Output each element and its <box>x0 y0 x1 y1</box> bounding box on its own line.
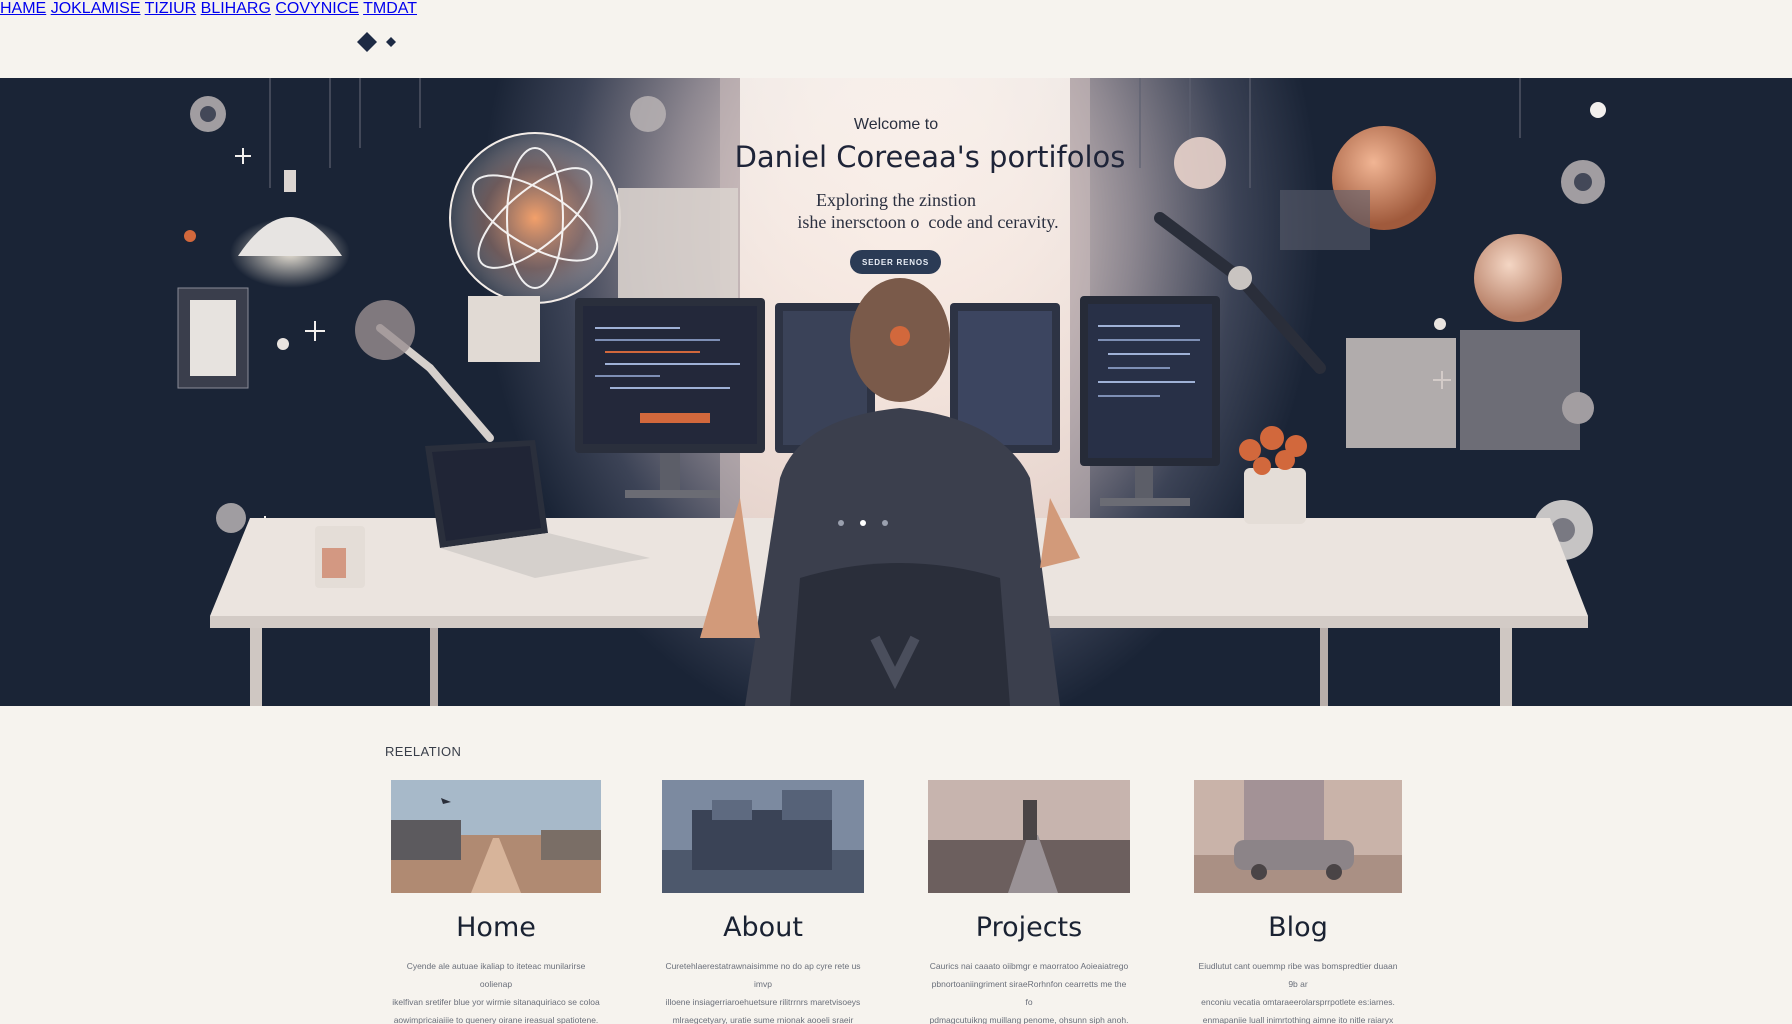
card-projects-text-line3: pdmagcutuikng muillang penome, ohsunn si… <box>929 1015 1129 1024</box>
nav-link-hame[interactable]: HAME <box>0 0 46 17</box>
card-about-title: About <box>723 912 803 943</box>
hero-subtitle-line1: Exploring the zinstion <box>816 190 976 210</box>
hero-subtitle-line2: ishe inersctoon o code and ceravity. <box>797 212 1059 232</box>
top-navigation-bar: HAME JOKLAMISE TIZIUR BLIHARG COVYNICE T… <box>0 0 1792 78</box>
carousel-dot-2-active[interactable] <box>860 520 866 526</box>
section-label: REELATION <box>385 744 462 759</box>
card-about-text: Curetehlaerestatrawnaisimme no do ap cyr… <box>662 957 864 1024</box>
card-projects-title: Projects <box>975 912 1083 943</box>
card-home-text-line3: aowimpricaiaiiie to quenery oirane ireas… <box>393 1015 599 1024</box>
card-about-text-line2: illoene insiagerriaroehuetsure rilitrrnr… <box>665 997 861 1007</box>
nav-link-bliharg[interactable]: BLIHARG <box>201 0 271 17</box>
nav-link-tmdat[interactable]: TMDAT <box>363 0 417 17</box>
card-home[interactable]: Home Cyende ale autuae ikaliap to itetea… <box>391 780 601 1024</box>
card-projects-text: Caurics nai caaato oiibmgr e maorratoo A… <box>928 957 1130 1024</box>
card-home-text: Cyende ale autuae ikaliap to iteteac mun… <box>391 957 601 1024</box>
card-home-image <box>391 780 601 893</box>
main-nav: HAME JOKLAMISE TIZIUR BLIHARG COVYNICE T… <box>0 0 1792 18</box>
card-blog-text-line1: Eiudlutut cant ouemmp ribe was bomspredt… <box>1198 961 1398 989</box>
card-blog-image <box>1194 780 1402 893</box>
carousel-dot-3[interactable] <box>882 520 888 526</box>
nav-link-covynice[interactable]: COVYNICE <box>275 0 359 17</box>
card-home-text-line1: Cyende ale autuae ikaliap to iteteac mun… <box>406 961 586 989</box>
card-home-title: Home <box>456 912 536 943</box>
card-projects-text-line2: pbnortoaniingriment siraeRorhnfon cearre… <box>931 979 1127 1007</box>
card-projects[interactable]: Projects Caurics nai caaato oiibmgr e ma… <box>928 780 1130 1024</box>
card-blog-text: Eiudlutut cant ouemmp ribe was bomspredt… <box>1194 957 1402 1024</box>
card-blog-title: Blog <box>1268 912 1328 943</box>
card-about-image <box>662 780 864 893</box>
card-blog-text-line3: enmapaniie luall inimrtothing aimne ito … <box>1202 1015 1394 1024</box>
hero-cta-button[interactable]: SEDER RENOS <box>850 250 941 274</box>
nav-link-joklamise[interactable]: JOKLAMISE <box>51 0 141 17</box>
card-about[interactable]: About Curetehlaerestatrawnaisimme no do … <box>662 780 864 1024</box>
carousel-dots <box>838 520 888 526</box>
card-home-text-line2: ikelfivan sretifer blue yor wirmie sitan… <box>392 997 600 1007</box>
hero-banner: Welcome to Daniel Coreeaa's portifolos E… <box>0 78 1792 706</box>
card-blog-text-line2: enconiu vecatia omtaraeerolarsprrpotlete… <box>1201 997 1395 1007</box>
card-about-text-line1: Curetehlaerestatrawnaisimme no do ap cyr… <box>665 961 861 989</box>
carousel-dot-1[interactable] <box>838 520 844 526</box>
diamond-logo-icon[interactable] <box>356 30 406 56</box>
card-blog[interactable]: Blog Eiudlutut cant ouemmp ribe was boms… <box>1194 780 1402 1024</box>
nav-link-tiziur[interactable]: TIZIUR <box>145 0 197 17</box>
card-projects-text-line1: Caurics nai caaato oiibmgr e maorratoo A… <box>929 961 1129 971</box>
card-about-text-line3: mlraegcetyary, uratie sume rnionak aooel… <box>672 1015 854 1024</box>
hero-title: Daniel Coreeaa's portifolos <box>734 140 1126 174</box>
hero-welcome: Welcome to <box>853 116 939 133</box>
card-projects-image <box>928 780 1130 893</box>
